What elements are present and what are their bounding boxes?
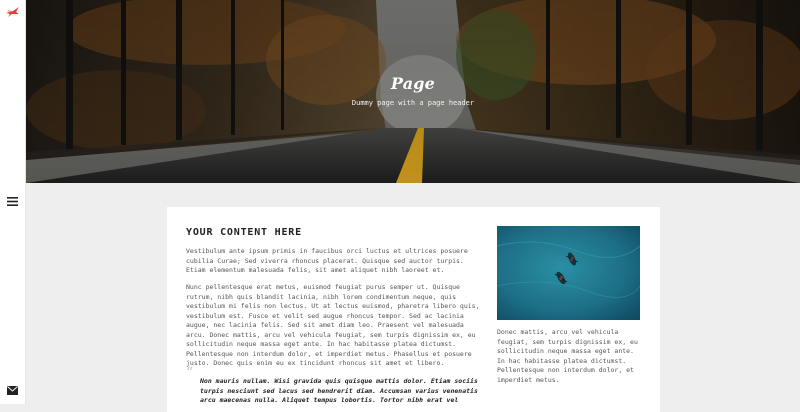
page-subtitle: Dummy page with a page header [351,99,475,107]
kayak-aerial-image [497,226,640,320]
content-heading: YOUR CONTENT HERE [186,227,302,238]
envelope-icon[interactable] [7,386,18,395]
bird-logo-icon[interactable] [5,6,20,18]
side-rail [0,0,26,404]
content-paragraph-2: Nunc pellentesque erat metus, euismod fe… [186,283,480,367]
blockquote: Non mauris nullam. Wisi gravida quis qui… [200,377,478,404]
hamburger-menu-icon[interactable] [7,197,18,206]
quote-mark-icon: “ [186,365,194,381]
page-title: Page [390,74,436,93]
content-paragraph-1: Vestibulum ante ipsum primis in faucibus… [186,247,468,274]
page-header-hero: Page Dummy page with a page header [26,0,800,183]
content-card: YOUR CONTENT HERE Vestibulum ante ipsum … [167,207,660,412]
image-caption: Donec mattis, arcu vel vehicula feugiat,… [497,328,638,384]
